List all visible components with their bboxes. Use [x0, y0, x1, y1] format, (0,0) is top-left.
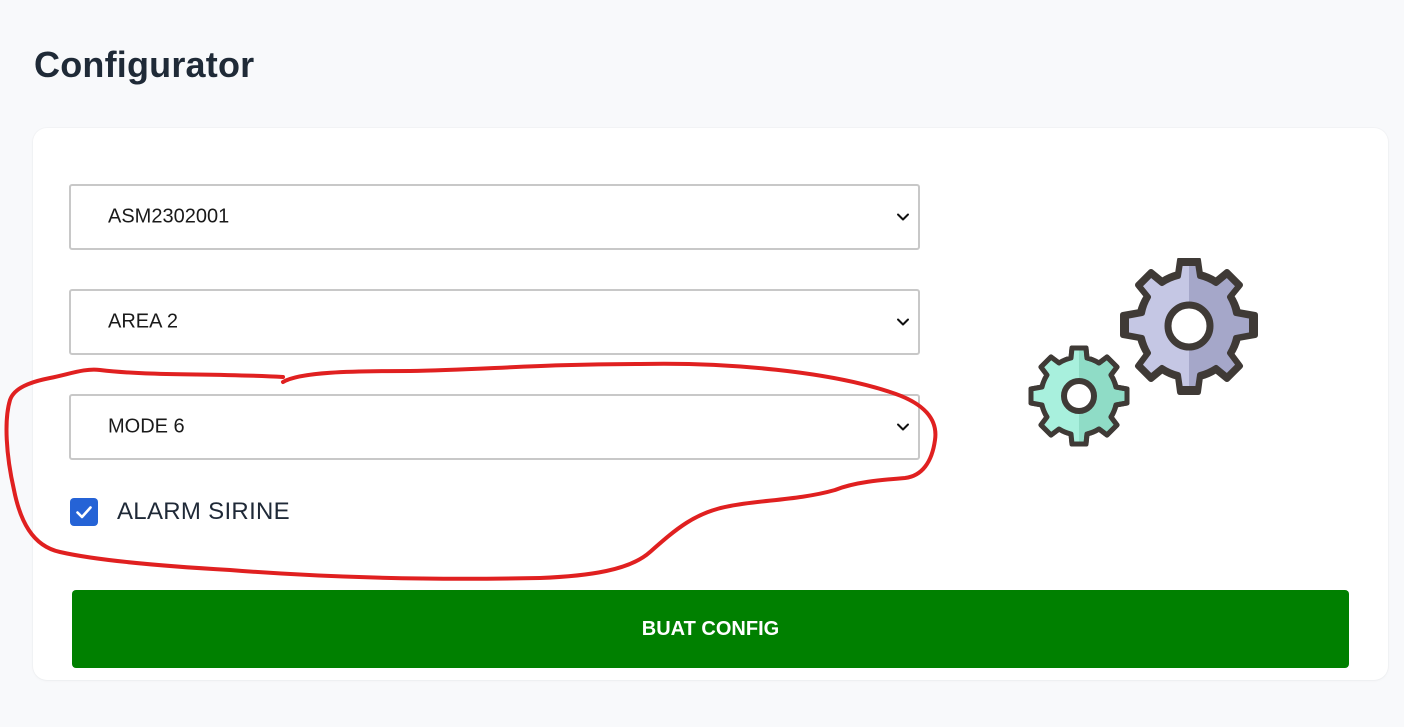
mode-select[interactable]: MODE 6	[69, 394, 920, 460]
chevron-down-icon	[897, 423, 909, 431]
device-select-value: ASM2302001	[108, 205, 230, 228]
configurator-page: Configurator ASM2302001 AREA 2 MODE 6 AL…	[0, 0, 1404, 727]
chevron-down-icon	[897, 213, 909, 221]
buat-config-button[interactable]: BUAT CONFIG	[72, 590, 1349, 668]
alarm-sirine-option: ALARM SIRINE	[70, 497, 290, 527]
device-select[interactable]: ASM2302001	[69, 184, 920, 250]
alarm-sirine-checkbox[interactable]	[70, 498, 98, 526]
gears-icon	[1028, 258, 1258, 447]
page-title: Configurator	[34, 44, 255, 85]
area-select[interactable]: AREA 2	[69, 289, 920, 355]
chevron-down-icon	[897, 318, 909, 326]
mode-select-value: MODE 6	[108, 415, 185, 438]
area-select-value: AREA 2	[108, 310, 179, 333]
check-icon	[76, 506, 92, 519]
alarm-sirine-label[interactable]: ALARM SIRINE	[117, 498, 290, 526]
